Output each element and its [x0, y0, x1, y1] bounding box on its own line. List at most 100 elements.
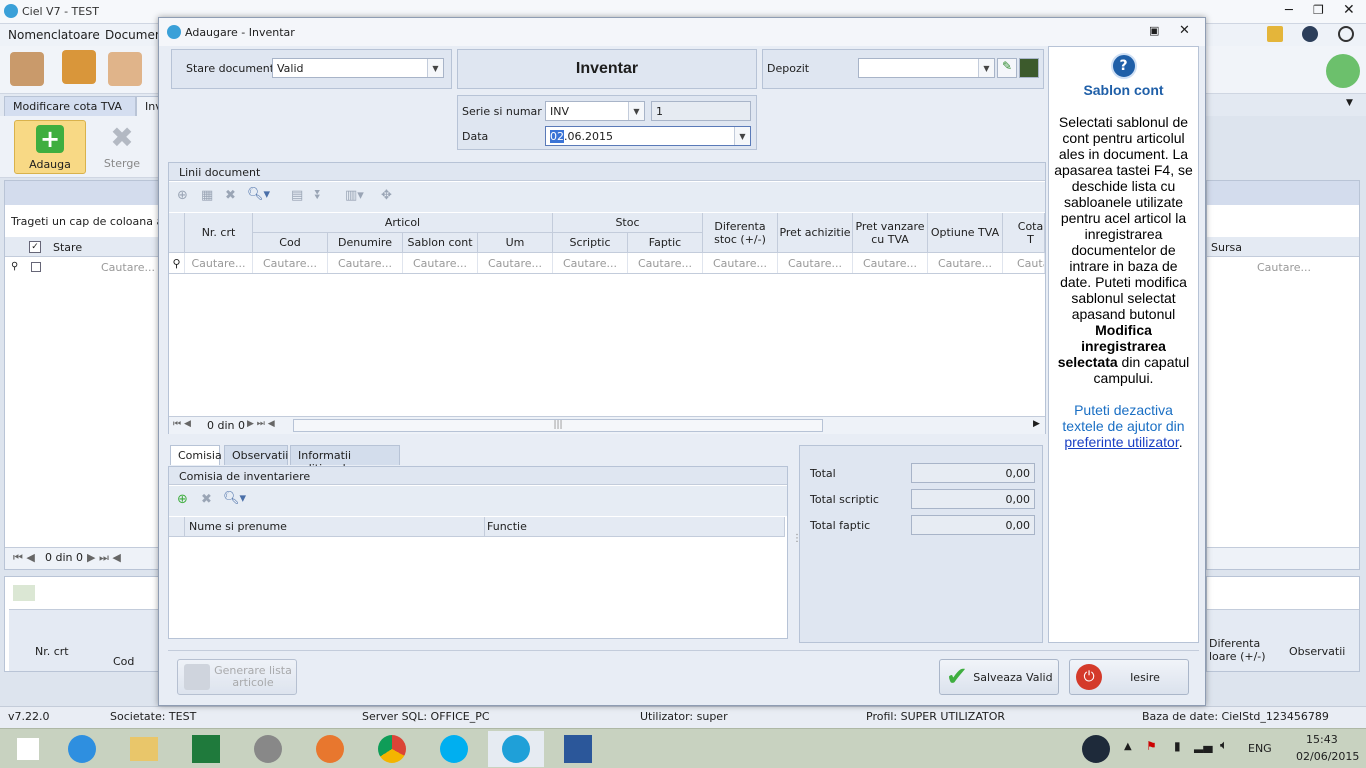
filter-cota[interactable]: Cautare...	[1003, 253, 1045, 273]
search-icon[interactable]: 🔍︎▾	[247, 187, 270, 202]
generate-list-button[interactable]: Generare lista articole	[177, 659, 297, 695]
flag-icon[interactable]: ⚑	[1146, 739, 1157, 753]
word-icon[interactable]	[550, 731, 606, 767]
pencil-icon[interactable]: ✎	[997, 58, 1017, 78]
firefox-icon[interactable]	[302, 731, 358, 767]
ie-icon[interactable]	[54, 731, 110, 767]
col-nr-crt[interactable]: Nr. crt	[185, 213, 253, 253]
battery-icon[interactable]: ▮	[1174, 739, 1181, 753]
menu-nomenclatoare[interactable]: Nomenclatoare	[8, 28, 100, 42]
chrome-icon[interactable]	[364, 731, 420, 767]
tab-observatii[interactable]: Observatii	[224, 445, 288, 465]
chat-icon[interactable]	[1326, 54, 1360, 88]
chevron-down-icon[interactable]: ▼	[427, 59, 443, 77]
filter-optiune[interactable]: Cautare...	[928, 253, 1003, 273]
filter-denumire[interactable]: Cautare...	[328, 253, 403, 273]
maximize-icon[interactable]: ❐	[1313, 3, 1324, 17]
col-faptic[interactable]: Faptic	[628, 233, 703, 253]
horizontal-scrollbar[interactable]: |||	[293, 419, 823, 432]
select-all-checkbox[interactable]: ✓	[29, 241, 41, 253]
skype-icon[interactable]	[426, 731, 482, 767]
exit-button[interactable]: ⏻ Iesire	[1069, 659, 1189, 695]
table-icon[interactable]	[13, 585, 35, 601]
nav-last-icon[interactable]: ▶ ⏭ ◀	[247, 419, 275, 429]
lock-icon[interactable]	[1267, 26, 1283, 42]
col-scriptic[interactable]: Scriptic	[553, 233, 628, 253]
stare-dropdown[interactable]: Valid ▼	[272, 58, 444, 78]
print-icon[interactable]: ▤	[291, 188, 303, 203]
col-cod[interactable]: Cod	[253, 233, 328, 253]
tab-modificare-cota[interactable]: Modificare cota TVA	[4, 96, 136, 116]
ciel-taskbar-icon[interactable]	[488, 731, 544, 767]
col-diferenta[interactable]: Diferenta stoc (+/-)	[703, 213, 778, 253]
filter-cod[interactable]: Cautare...	[253, 253, 328, 273]
filter-search[interactable]: Cautare...	[101, 261, 155, 274]
move-icon[interactable]: ✥	[381, 188, 392, 203]
nav-first-icon[interactable]: ⏮ ◀	[13, 551, 35, 565]
filter-nr[interactable]: Cautare...	[185, 253, 253, 273]
handshake-icon[interactable]	[10, 52, 44, 86]
start-icon[interactable]	[0, 731, 56, 767]
clock-time[interactable]: 15:43	[1306, 733, 1338, 746]
filter-diferenta[interactable]: Cautare...	[703, 253, 778, 273]
col-cota-tva[interactable]: Cota T	[1003, 213, 1045, 253]
help-circle-icon[interactable]	[1302, 26, 1318, 42]
col-stare[interactable]: Stare	[53, 241, 82, 254]
scroll-right-icon[interactable]: ▶	[1033, 419, 1040, 429]
filter-sursa[interactable]: Cautare...	[1257, 261, 1311, 274]
filter-checkbox[interactable]	[31, 262, 41, 272]
nav-last-icon[interactable]: ▶ ⏭ ◀	[87, 551, 121, 565]
col-functie[interactable]: Functie	[485, 517, 785, 537]
col-nume[interactable]: Nume si prenume	[185, 517, 485, 537]
help-tray-icon[interactable]	[1082, 735, 1110, 763]
col-um[interactable]: Um	[478, 233, 553, 253]
restore-icon[interactable]: ▣	[1149, 24, 1159, 37]
col-denumire[interactable]: Denumire	[328, 233, 403, 253]
filter-scriptic[interactable]: Cautare...	[553, 253, 628, 273]
chevron-down-icon[interactable]: ▼	[734, 127, 750, 145]
move-down-icon[interactable]: ⏬︎	[315, 188, 322, 203]
col-pret-achizitie[interactable]: Pret achizitie	[778, 213, 853, 253]
add-button[interactable]: + Adauga	[14, 120, 86, 174]
delete-button[interactable]: ✖ Sterge	[86, 120, 158, 174]
preferences-link[interactable]: preferinte utilizator	[1064, 434, 1178, 450]
tab-informatii[interactable]: Informatii aditionale	[290, 445, 400, 475]
tab-comisia[interactable]: Comisia	[170, 445, 222, 465]
add-row-icon[interactable]: ⊕	[177, 188, 188, 203]
depozit-dropdown[interactable]: ▼	[858, 58, 995, 78]
add-member-icon[interactable]: ⊕	[177, 492, 188, 507]
hp-icon[interactable]	[240, 731, 296, 767]
dialog-close-icon[interactable]: ✕	[1179, 23, 1190, 38]
search-icon[interactable]: 🔍︎▾	[223, 491, 246, 506]
serie-dropdown[interactable]: INV ▼	[545, 101, 645, 121]
delete-row-icon[interactable]: ✖	[225, 188, 236, 203]
explorer-icon[interactable]	[116, 731, 172, 767]
minimize-icon[interactable]: ─	[1285, 3, 1293, 18]
chevron-down-icon[interactable]: ▼	[978, 59, 994, 77]
data-field[interactable]: 02.06.2015 ▼	[545, 126, 751, 146]
filter-pret-vanzare[interactable]: Cautare...	[853, 253, 928, 273]
signal-icon[interactable]: ▂▄	[1194, 739, 1212, 753]
filter-um[interactable]: Cautare...	[478, 253, 553, 273]
numar-field[interactable]: 1	[651, 101, 751, 121]
col-pret-vanzare[interactable]: Pret vanzare cu TVA	[853, 213, 928, 253]
close-icon[interactable]: ✕	[1343, 2, 1355, 18]
chevron-down-icon[interactable]: ▼	[1346, 98, 1353, 108]
delete-member-icon[interactable]: ✖	[201, 492, 212, 507]
excel-icon[interactable]	[178, 731, 234, 767]
tray-up-icon[interactable]: ▲	[1124, 741, 1132, 752]
edit-row-icon[interactable]: ▦	[201, 188, 213, 203]
clock-date[interactable]: 02/06/2015	[1296, 750, 1359, 763]
power-icon[interactable]	[1338, 26, 1354, 42]
language[interactable]: ENG	[1248, 742, 1272, 755]
menu-documente[interactable]: Documen	[105, 28, 162, 42]
chevron-down-icon[interactable]: ▼	[628, 102, 644, 120]
volume-icon[interactable]: 🔈︎	[1220, 738, 1228, 753]
filter-pret-achizitie[interactable]: Cautare...	[778, 253, 853, 273]
list-icon[interactable]	[1019, 58, 1039, 78]
columns-icon[interactable]: ▥▾	[345, 188, 364, 203]
nav-first-icon[interactable]: ⏮ ◀	[173, 419, 191, 429]
col-sursa[interactable]: Sursa	[1211, 241, 1242, 254]
col-optiune-tva[interactable]: Optiune TVA	[928, 213, 1003, 253]
col-sablon[interactable]: Sablon cont	[403, 233, 478, 253]
